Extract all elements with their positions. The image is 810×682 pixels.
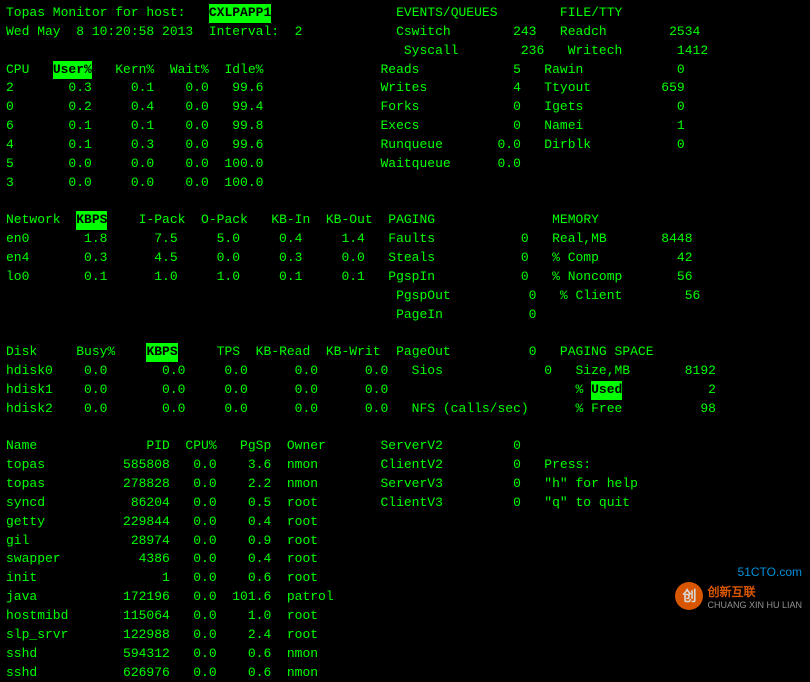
- proc-row-10: sshd 594312 0.0 0.6 nmon: [6, 645, 804, 664]
- proc-header: Name PID CPU% PgSp Owner ServerV2 0: [6, 437, 804, 456]
- disk-header: Disk Busy% KBPS TPS KB-Read KB-Writ Page…: [6, 343, 804, 362]
- proc-row-2: syncd 86204 0.0 0.5 root ClientV3 0 "q" …: [6, 494, 804, 513]
- blank-1: [6, 192, 804, 211]
- cpu-row-2: 6 0.1 0.1 0.0 99.8 Execs 0 Namei 1: [6, 117, 804, 136]
- net-row-1: en4 0.3 4.5 0.0 0.3 0.0 Steals 0 % Comp …: [6, 249, 804, 268]
- net-row-2: lo0 0.1 1.0 1.0 0.1 0.1 PgspIn 0 % Nonco…: [6, 268, 804, 287]
- blank-2: [6, 324, 804, 343]
- disk-row-1: hdisk1 0.0 0.0 0.0 0.0 0.0 % Used 2: [6, 381, 804, 400]
- proc-row-0: topas 585808 0.0 3.6 nmon ClientV2 0 Pre…: [6, 456, 804, 475]
- cpu-row-5: 3 0.0 0.0 0.0 100.0: [6, 174, 804, 193]
- blank-3: [6, 419, 804, 438]
- cpu-row-3: 4 0.1 0.3 0.0 99.6 Runqueue 0.0 Dirblk 0: [6, 136, 804, 155]
- watermark-icon: 创: [675, 582, 703, 610]
- terminal-screen: Topas Monitor for host: CXLPAPP1 EVENTS/…: [0, 0, 810, 618]
- cpu-header: CPU User% Kern% Wait% Idle% Reads 5 Rawi…: [6, 61, 804, 80]
- proc-row-3: getty 229844 0.0 0.4 root: [6, 513, 804, 532]
- disk-row-0: hdisk0 0.0 0.0 0.0 0.0 0.0 Sios 0 Size,M…: [6, 362, 804, 381]
- proc-row-1: topas 278828 0.0 2.2 nmon ServerV3 0 "h"…: [6, 475, 804, 494]
- watermark-subtitle: CHUANG XIN HU LIAN: [707, 600, 802, 610]
- watermark-logo: 创 创新互联 CHUANG XIN HU LIAN: [675, 582, 802, 610]
- watermark-company: 创新互联: [707, 583, 802, 600]
- network-header: Network KBPS I-Pack O-Pack KB-In KB-Out …: [6, 211, 804, 230]
- watermark-site: 51CTO.com: [738, 565, 802, 579]
- header-line1: Topas Monitor for host: CXLPAPP1 EVENTS/…: [6, 4, 804, 23]
- proc-row-9: slp_srvr 122988 0.0 2.4 root: [6, 626, 804, 645]
- net-row-3: PgspOut 0 % Client 56: [6, 287, 804, 306]
- cpu-row-4: 5 0.0 0.0 0.0 100.0 Waitqueue 0.0: [6, 155, 804, 174]
- header-line2: Wed May 8 10:20:58 2013 Interval: 2 Cswi…: [6, 23, 804, 42]
- cpu-row-1: 0 0.2 0.4 0.0 99.4 Forks 0 Igets 0: [6, 98, 804, 117]
- disk-row-2: hdisk2 0.0 0.0 0.0 0.0 0.0 NFS (calls/se…: [6, 400, 804, 419]
- proc-row-11: sshd 626976 0.0 0.6 nmon: [6, 664, 804, 682]
- header-line3: Syscall 236 Writech 1412: [6, 42, 804, 61]
- proc-row-4: gil 28974 0.0 0.9 root: [6, 532, 804, 551]
- net-row-0: en0 1.8 7.5 5.0 0.4 1.4 Faults 0 Real,MB…: [6, 230, 804, 249]
- watermark: 51CTO.com 创 创新互联 CHUANG XIN HU LIAN: [675, 565, 802, 610]
- net-row-4: PageIn 0: [6, 306, 804, 325]
- cpu-row-0: 2 0.3 0.1 0.0 99.6 Writes 4 Ttyout 659: [6, 79, 804, 98]
